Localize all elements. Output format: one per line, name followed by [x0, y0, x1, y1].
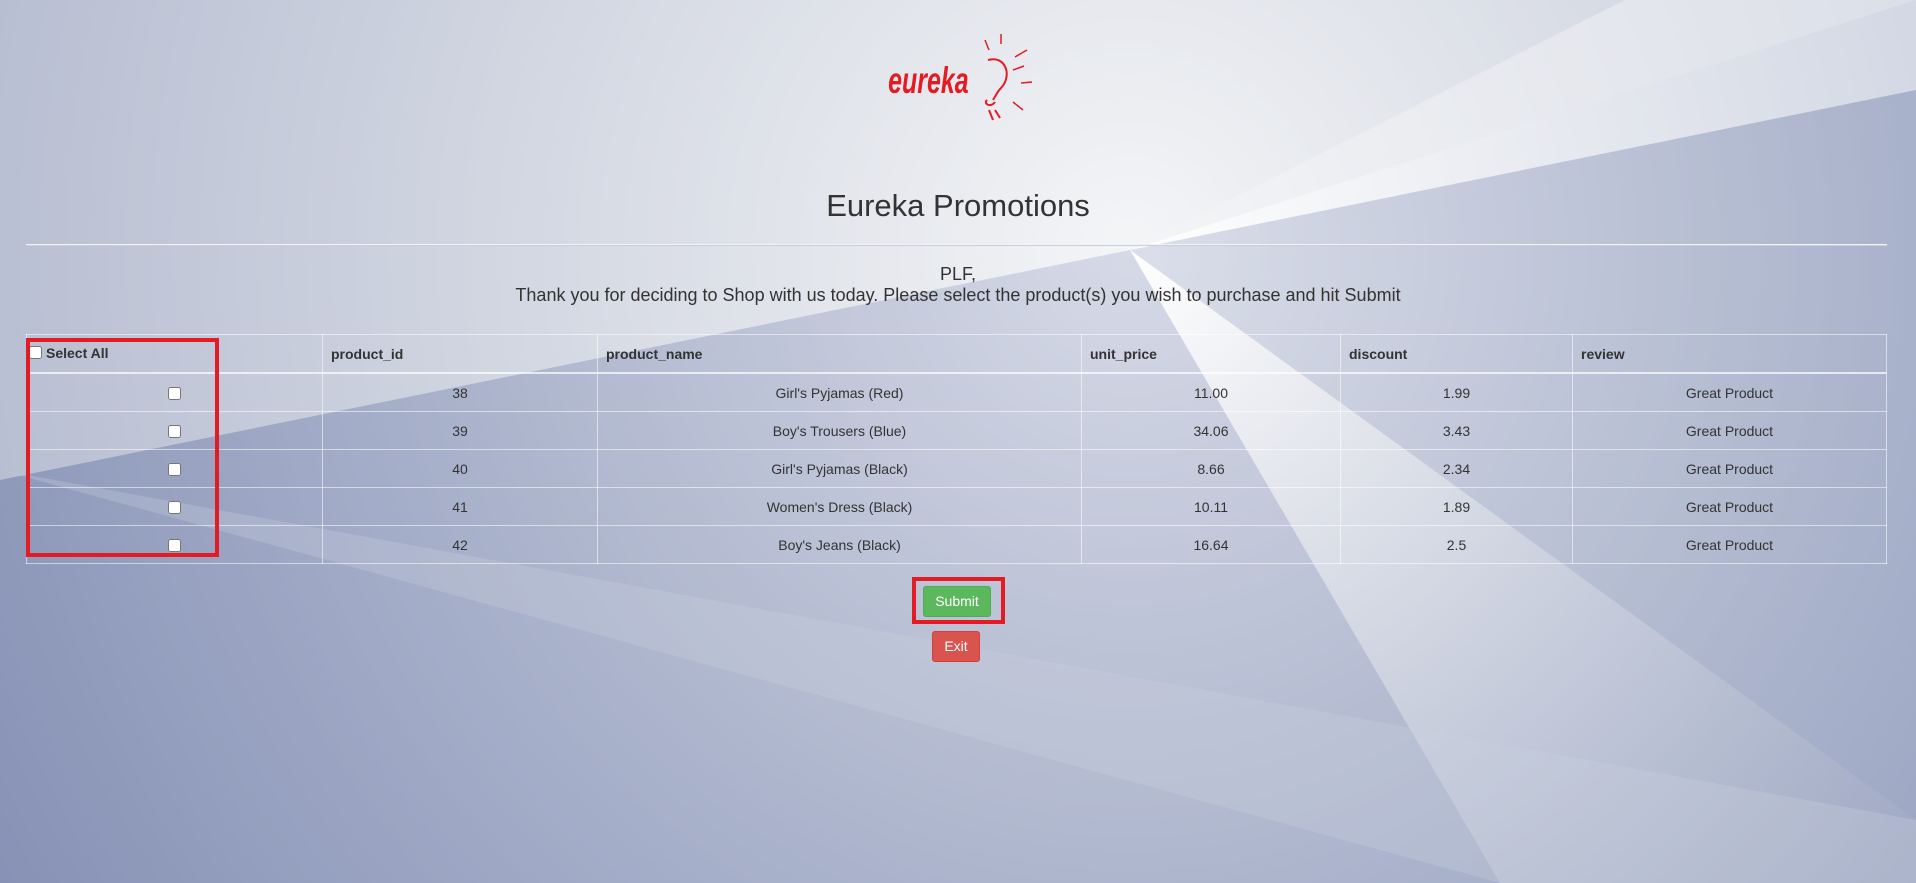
row-checkbox[interactable] — [168, 387, 181, 401]
unit-price-cell: 8.66 — [1081, 449, 1341, 488]
discount-cell: 1.89 — [1340, 487, 1573, 526]
greeting: PLF, Thank you for deciding to Shop with… — [0, 264, 1916, 306]
discount-cell: 2.5 — [1340, 525, 1573, 564]
review-cell: Great Product — [1572, 487, 1887, 526]
select-all-label: Select All — [46, 344, 109, 361]
exit-button[interactable]: Exit — [932, 631, 980, 662]
discount-cell: 2.34 — [1340, 449, 1573, 488]
product-name-cell: Boy's Jeans (Black) — [597, 525, 1082, 564]
table-row: 42 Boy's Jeans (Black) 16.64 2.5 Great P… — [26, 525, 1887, 564]
row-checkbox[interactable] — [168, 501, 181, 515]
row-checkbox[interactable] — [168, 539, 181, 553]
review-cell: Great Product — [1572, 411, 1887, 450]
product-id-cell: 41 — [322, 487, 598, 526]
submit-button[interactable]: Submit — [923, 586, 991, 617]
unit-price-cell: 34.06 — [1081, 411, 1341, 450]
column-header-unit-price: unit_price — [1081, 334, 1341, 374]
row-select-cell — [26, 372, 323, 412]
page-content: eureka Eureka Promotions PLF, Thank you … — [0, 0, 1916, 883]
svg-text:eureka: eureka — [888, 60, 968, 101]
product-name-cell: Boy's Trousers (Blue) — [597, 411, 1082, 450]
select-all-wrap[interactable]: Select All — [29, 345, 109, 361]
row-checkbox[interactable] — [168, 463, 181, 477]
greeting-message: Thank you for deciding to Shop with us t… — [515, 285, 1401, 305]
product-name-cell: Women's Dress (Black) — [597, 487, 1082, 526]
discount-cell: 1.99 — [1340, 372, 1573, 412]
row-checkbox[interactable] — [168, 425, 181, 439]
discount-cell: 3.43 — [1340, 411, 1573, 450]
review-cell: Great Product — [1572, 372, 1887, 412]
greeting-name: PLF, — [939, 264, 977, 284]
unit-price-cell: 10.11 — [1081, 487, 1341, 526]
table-row: 41 Women's Dress (Black) 10.11 1.89 Grea… — [26, 487, 1887, 526]
unit-price-cell: 16.64 — [1081, 525, 1341, 564]
table-row: 39 Boy's Trousers (Blue) 34.06 3.43 Grea… — [26, 411, 1887, 450]
unit-price-cell: 11.00 — [1081, 372, 1341, 412]
row-select-cell — [26, 449, 323, 488]
column-header-product-id: product_id — [322, 334, 598, 374]
review-cell: Great Product — [1572, 449, 1887, 488]
product-id-cell: 40 — [322, 449, 598, 488]
table-row: 40 Girl's Pyjamas (Black) 8.66 2.34 Grea… — [26, 449, 1887, 488]
row-select-cell — [26, 487, 323, 526]
row-select-cell — [26, 525, 323, 564]
divider — [26, 244, 1887, 246]
review-cell: Great Product — [1572, 525, 1887, 564]
product-name-cell: Girl's Pyjamas (Red) — [597, 372, 1082, 412]
product-name-cell: Girl's Pyjamas (Black) — [597, 449, 1082, 488]
product-id-cell: 39 — [322, 411, 598, 450]
table-row: 38 Girl's Pyjamas (Red) 11.00 1.99 Great… — [26, 372, 1887, 412]
row-select-cell — [26, 411, 323, 450]
select-all-header: Select All — [26, 334, 323, 374]
select-all-checkbox[interactable] — [29, 346, 42, 360]
products-table: Select All product_id product_name unit_… — [26, 334, 1887, 564]
page-title: Eureka Promotions — [826, 188, 1090, 223]
product-id-cell: 42 — [322, 525, 598, 564]
column-header-discount: discount — [1340, 334, 1573, 374]
table-header-row: Select All product_id product_name unit_… — [26, 334, 1887, 374]
eureka-logo: eureka — [888, 34, 1033, 121]
column-header-product-name: product_name — [597, 334, 1082, 374]
product-id-cell: 38 — [322, 372, 598, 412]
column-header-review: review — [1572, 334, 1887, 374]
